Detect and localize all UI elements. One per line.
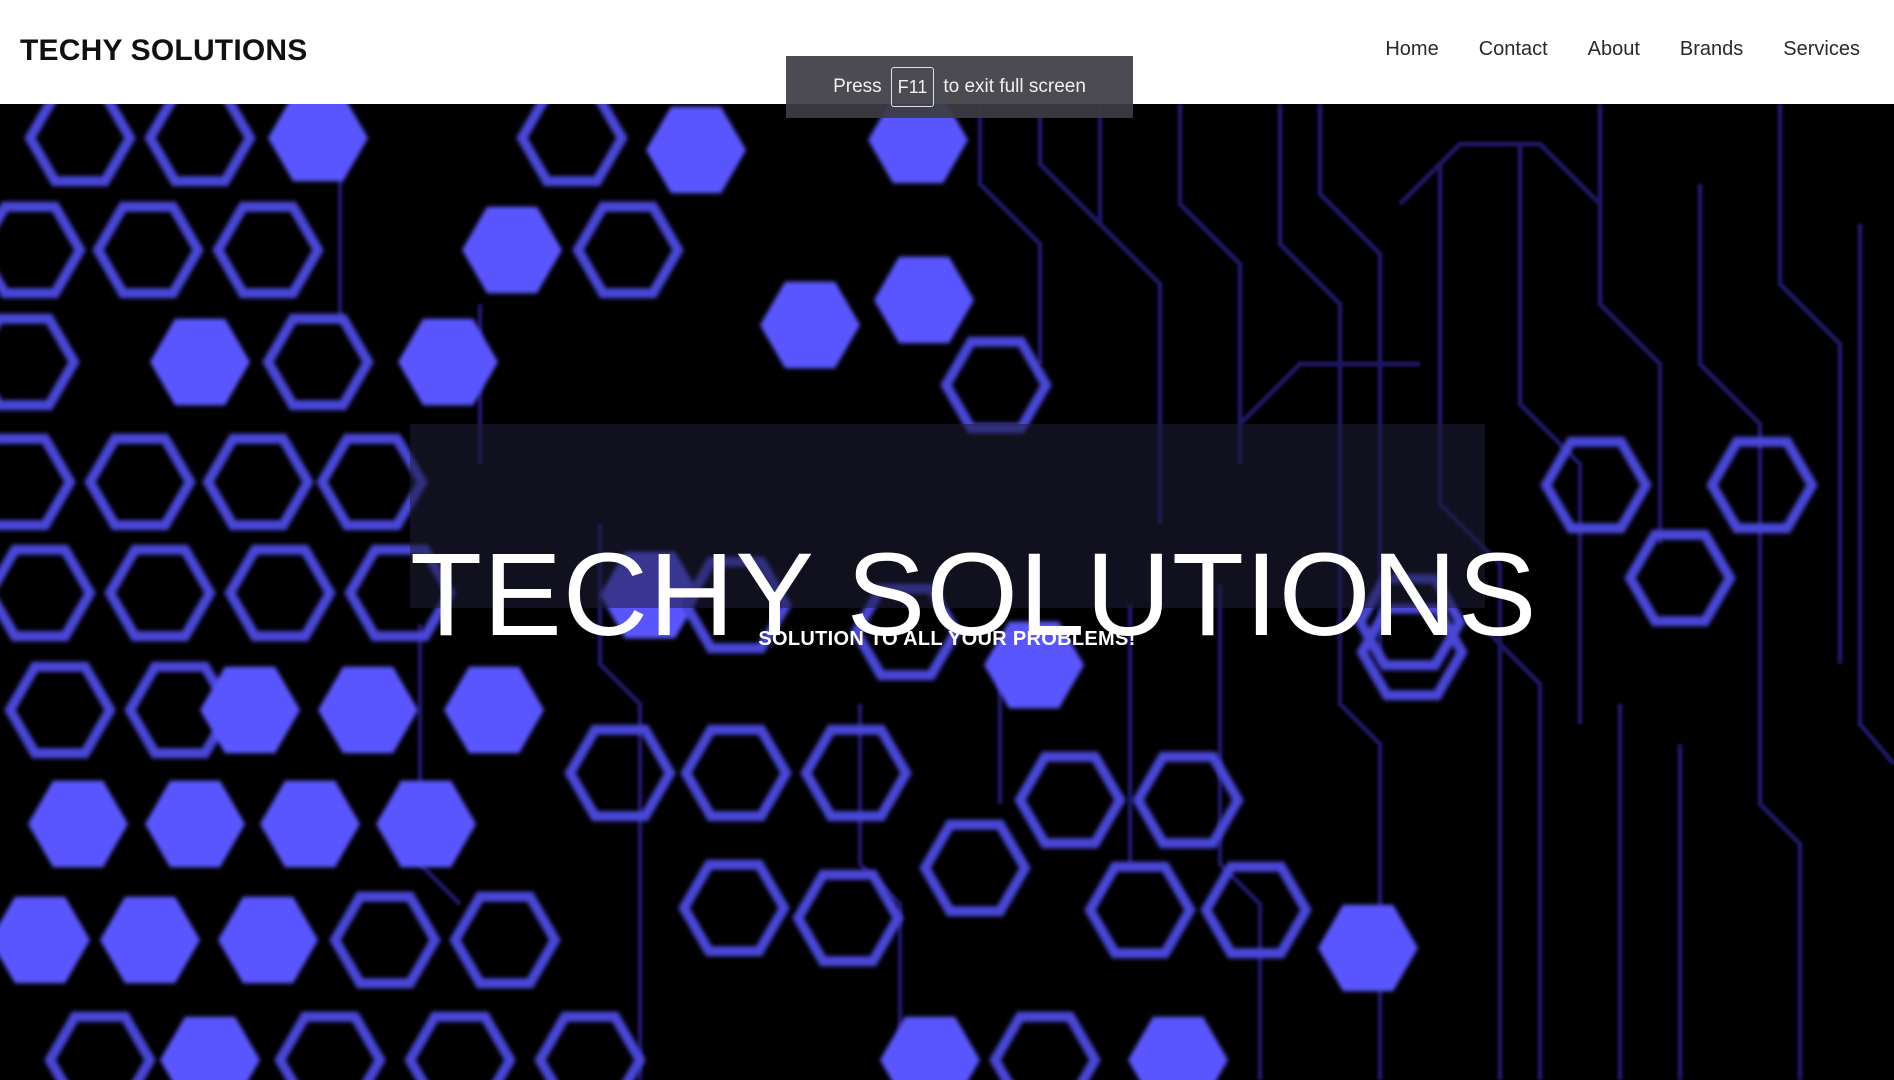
nav-link-home[interactable]: Home xyxy=(1385,38,1438,61)
hexagon-filled xyxy=(145,780,245,868)
toast-suffix-text: to exit full screen xyxy=(943,76,1086,97)
page: TECHY SOLUTIONS Home Contact About Brand… xyxy=(0,0,1894,1080)
hexagon-outline xyxy=(449,891,561,989)
hexagon-filled xyxy=(646,106,746,194)
hexagon-outline xyxy=(202,433,314,531)
hero-subtitle: SOLUTION TO ALL YOUR PROBLEMS! xyxy=(758,628,1136,650)
hexagon-outline xyxy=(1132,751,1244,849)
hexagon-outline xyxy=(262,313,374,411)
circuit-trace xyxy=(1037,104,1102,226)
circuit-trace xyxy=(1238,361,1420,426)
hexagon-filled xyxy=(760,281,860,369)
hexagon-outline xyxy=(0,201,86,299)
hexagon-outline xyxy=(329,891,441,989)
hexagon-outline xyxy=(44,1011,156,1080)
circuit-trace xyxy=(1597,104,1663,544)
hexagon-filled xyxy=(376,780,476,868)
hexagon-outline xyxy=(4,661,116,759)
circuit-trace xyxy=(1398,141,1602,206)
hexagon-outline xyxy=(1200,861,1312,959)
hexagon-outline xyxy=(678,859,790,957)
brand-logo-text[interactable]: TECHY SOLUTIONS xyxy=(20,34,307,68)
hexagon-outline xyxy=(1624,529,1736,627)
hexagon-outline xyxy=(534,1011,646,1080)
hexagon-filled xyxy=(874,256,974,344)
hexagon-filled xyxy=(100,896,200,984)
hexagon-outline xyxy=(144,104,256,187)
hexagon-outline xyxy=(104,544,216,642)
hexagon-filled xyxy=(398,318,498,406)
hexagon-outline xyxy=(1540,436,1652,534)
hexagon-outline xyxy=(0,313,80,411)
hexagon-filled xyxy=(1128,1016,1228,1080)
hexagon-filled xyxy=(444,666,544,754)
fullscreen-exit-toast: Press F11 to exit full screen xyxy=(786,56,1133,118)
hexagon-filled xyxy=(318,666,418,754)
hexagon-outline xyxy=(0,433,76,531)
hexagon-outline xyxy=(212,201,324,299)
hexagon-outline xyxy=(84,433,196,531)
hexagon-outline xyxy=(404,1011,516,1080)
hexagon-outline xyxy=(800,724,912,822)
hexagon-filled xyxy=(260,780,360,868)
hexagon-filled xyxy=(1318,904,1418,992)
hexagon-outline xyxy=(564,724,676,822)
hexagon-outline xyxy=(572,201,684,299)
nav-link-brands[interactable]: Brands xyxy=(1680,38,1743,61)
hero-section: TECHY SOLUTIONS SOLUTION TO ALL YOUR PRO… xyxy=(0,104,1894,1080)
hexagon-outline xyxy=(940,336,1052,434)
hexagon-outline xyxy=(92,201,204,299)
hexagon-filled xyxy=(880,1016,980,1080)
hexagon-filled xyxy=(462,206,562,294)
hexagon-filled xyxy=(28,780,128,868)
hexagon-outline xyxy=(516,104,628,187)
hexagon-outline xyxy=(0,544,96,642)
hexagon-filled xyxy=(0,896,90,984)
hexagon-outline xyxy=(919,819,1031,917)
circuit-trace xyxy=(1777,104,1843,664)
hexagon-filled xyxy=(160,1016,260,1080)
hexagon-outline xyxy=(1084,861,1196,959)
nav-link-about[interactable]: About xyxy=(1588,38,1640,61)
hexagon-outline xyxy=(989,1011,1101,1080)
hexagon-outline xyxy=(224,544,336,642)
circuit-trace xyxy=(1478,622,1543,1080)
hexagon-filled xyxy=(218,896,318,984)
nav-link-services[interactable]: Services xyxy=(1783,38,1860,61)
hexagon-outline xyxy=(1014,751,1126,849)
nav-link-contact[interactable]: Contact xyxy=(1479,38,1548,61)
circuit-trace xyxy=(977,104,1043,364)
main-nav: Home Contact About Brands Services xyxy=(1345,38,1860,61)
f11-key-badge: F11 xyxy=(890,67,935,107)
hexagon-filled xyxy=(268,104,368,182)
hexagon-outline xyxy=(274,1011,386,1080)
toast-prefix-text: Press xyxy=(833,76,882,97)
hexagon-outline xyxy=(680,724,792,822)
circuit-trace xyxy=(1177,104,1243,464)
hexagon-filled xyxy=(150,318,250,406)
circuit-trace xyxy=(1857,224,1894,766)
hexagon-outline xyxy=(24,104,136,187)
hexagon-outline xyxy=(792,869,904,967)
hexagon-outline xyxy=(316,433,428,531)
